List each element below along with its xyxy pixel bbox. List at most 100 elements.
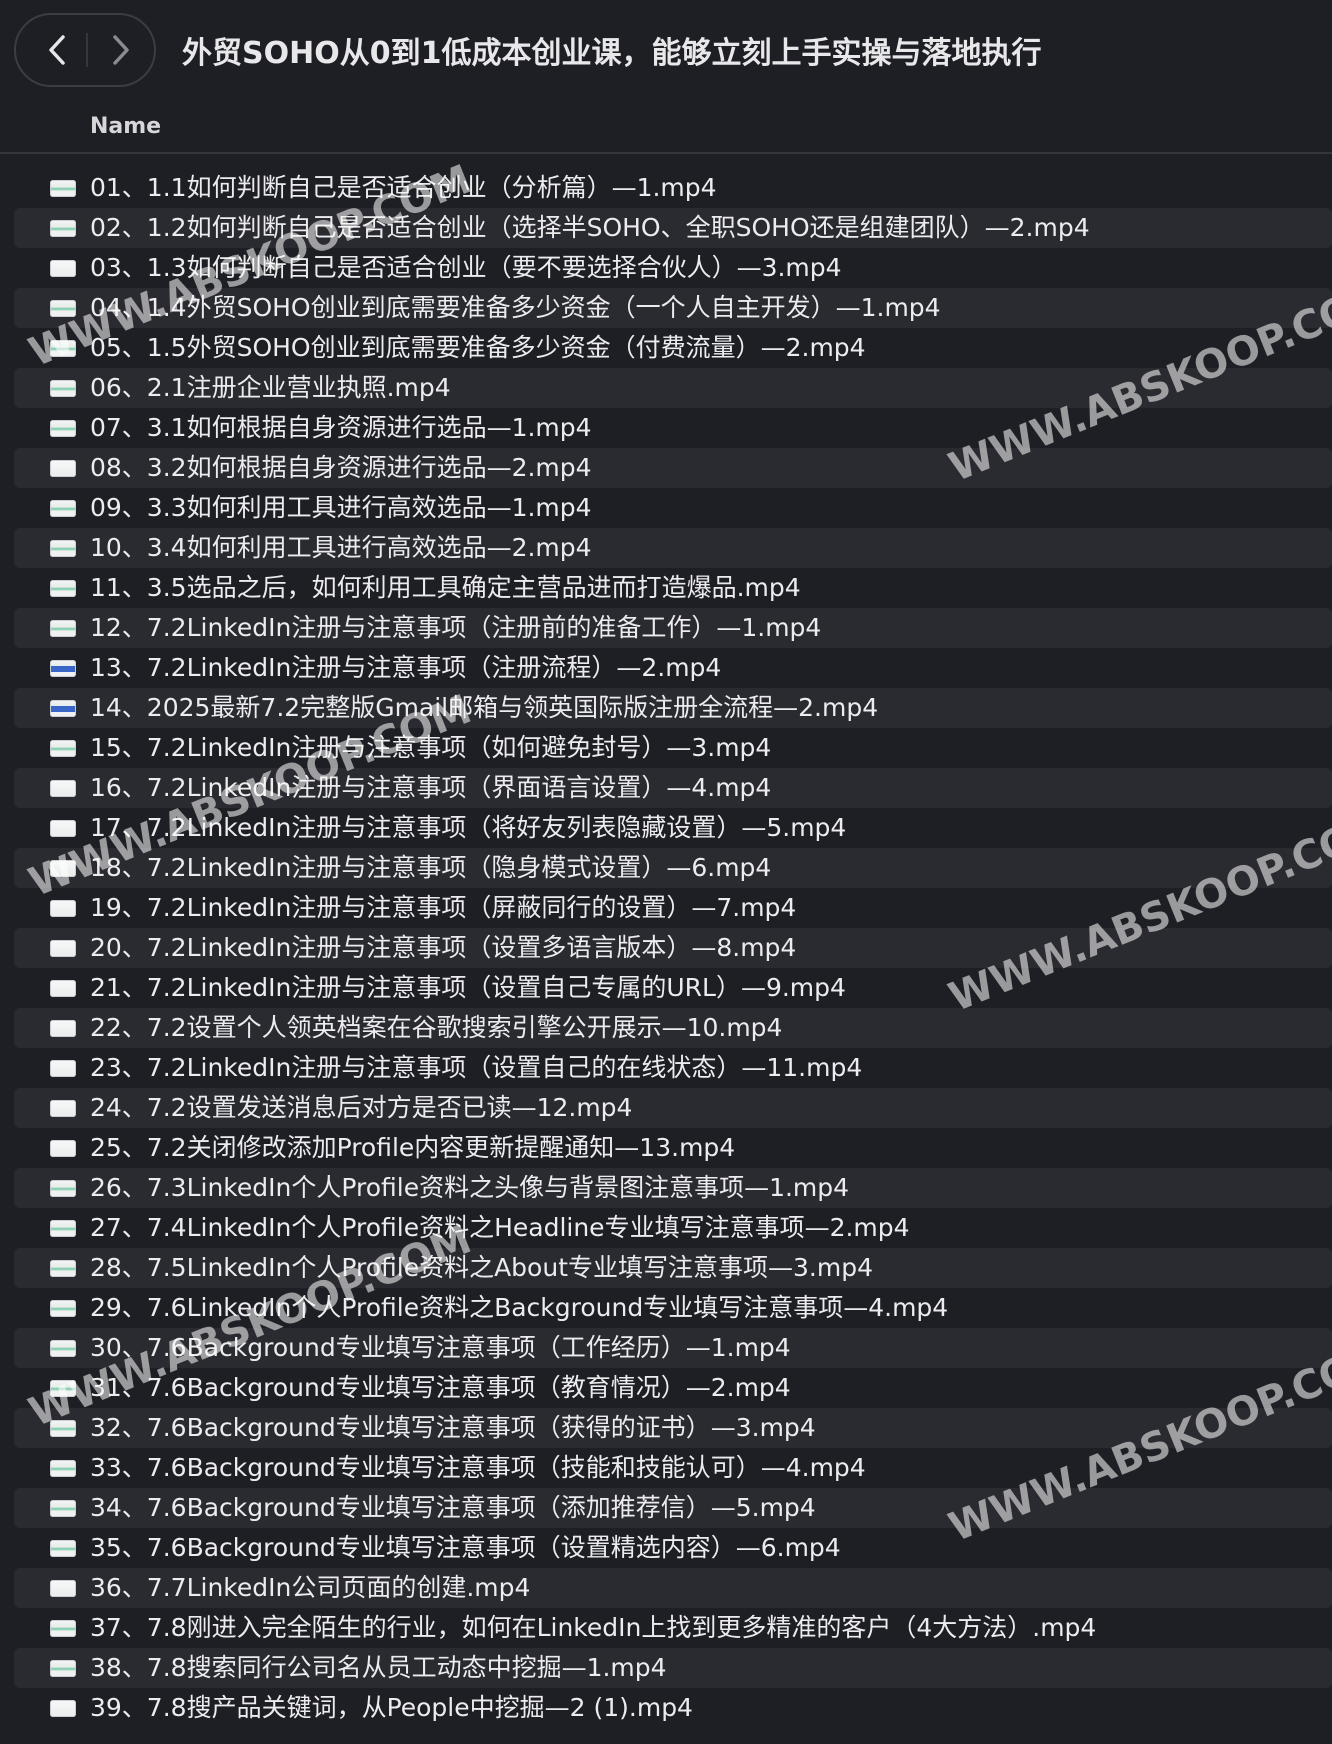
- file-row[interactable]: 37、7.8刚进入完全陌生的行业，如何在LinkedIn上找到更多精准的客户（4…: [14, 1608, 1332, 1648]
- video-file-icon: [50, 540, 76, 557]
- file-row[interactable]: 28、7.5LinkedIn个人Profile资料之About专业填写注意事项—…: [14, 1248, 1332, 1288]
- file-name: 17、7.2LinkedIn注册与注意事项（将好友列表隐藏设置）—5.mp4: [90, 813, 847, 842]
- video-file-icon: [50, 1020, 76, 1037]
- video-file-icon: [50, 1580, 76, 1597]
- file-name: 08、3.2如何根据自身资源进行选品—2.mp4: [90, 453, 592, 482]
- file-row[interactable]: 27、7.4LinkedIn个人Profile资料之Headline专业填写注意…: [14, 1208, 1332, 1248]
- file-row[interactable]: 06、2.1注册企业营业执照.mp4: [14, 368, 1332, 408]
- file-name: 28、7.5LinkedIn个人Profile资料之About专业填写注意事项—…: [90, 1253, 873, 1282]
- video-file-icon: [50, 1500, 76, 1517]
- file-row[interactable]: 05、1.5外贸SOHO创业到底需要准备多少资金（付费流量）—2.mp4: [14, 328, 1332, 368]
- file-row[interactable]: 20、7.2LinkedIn注册与注意事项（设置多语言版本）—8.mp4: [14, 928, 1332, 968]
- video-file-icon: [50, 1420, 76, 1437]
- file-row[interactable]: 12、7.2LinkedIn注册与注意事项（注册前的准备工作）—1.mp4: [14, 608, 1332, 648]
- file-row[interactable]: 38、7.8搜索同行公司名从员工动态中挖掘—1.mp4: [14, 1648, 1332, 1688]
- video-file-icon: [50, 580, 76, 597]
- column-name-header[interactable]: Name: [90, 114, 161, 139]
- file-name: 07、3.1如何根据自身资源进行选品—1.mp4: [90, 413, 592, 442]
- video-file-icon: [50, 1340, 76, 1357]
- forward-button[interactable]: [96, 27, 146, 73]
- file-row[interactable]: 29、7.6LinkedIn个人Profile资料之Background专业填写…: [14, 1288, 1332, 1328]
- chevron-right-icon: [113, 35, 129, 65]
- chevron-left-icon: [49, 35, 65, 65]
- video-file-icon: [50, 1460, 76, 1477]
- file-row[interactable]: 31、7.6Background专业填写注意事项（教育情况）—2.mp4: [14, 1368, 1332, 1408]
- file-row[interactable]: 15、7.2LinkedIn注册与注意事项（如何避免封号）—3.mp4: [14, 728, 1332, 768]
- video-file-icon: [50, 780, 76, 797]
- window-title: 外贸SOHO从0到1低成本创业课，能够立刻上手实操与落地执行: [182, 36, 1042, 71]
- file-name: 32、7.6Background专业填写注意事项（获得的证书）—3.mp4: [90, 1413, 816, 1442]
- video-file-icon: [50, 340, 76, 357]
- file-name: 14、2025最新7.2完整版Gmail邮箱与领英国际版注册全流程—2.mp4: [90, 693, 879, 722]
- file-row[interactable]: 35、7.6Background专业填写注意事项（设置精选内容）—6.mp4: [14, 1528, 1332, 1568]
- file-row[interactable]: 26、7.3LinkedIn个人Profile资料之头像与背景图注意事项—1.m…: [14, 1168, 1332, 1208]
- file-name: 34、7.6Background专业填写注意事项（添加推荐信）—5.mp4: [90, 1493, 816, 1522]
- video-file-icon: [50, 1380, 76, 1397]
- file-row[interactable]: 34、7.6Background专业填写注意事项（添加推荐信）—5.mp4: [14, 1488, 1332, 1528]
- file-name: 11、3.5选品之后，如何利用工具确定主营品进而打造爆品.mp4: [90, 573, 801, 602]
- video-file-icon: [50, 1180, 76, 1197]
- file-name: 03、1.3如何判断自己是否适合创业（要不要选择合伙人）—3.mp4: [90, 253, 842, 282]
- column-header: Name: [0, 104, 1332, 154]
- file-row[interactable]: 21、7.2LinkedIn注册与注意事项（设置自己专属的URL）—9.mp4: [14, 968, 1332, 1008]
- file-row[interactable]: 13、7.2LinkedIn注册与注意事项（注册流程）—2.mp4: [14, 648, 1332, 688]
- video-file-icon: [50, 460, 76, 477]
- file-row[interactable]: 18、7.2LinkedIn注册与注意事项（隐身模式设置）—6.mp4: [14, 848, 1332, 888]
- file-name: 15、7.2LinkedIn注册与注意事项（如何避免封号）—3.mp4: [90, 733, 772, 762]
- back-button[interactable]: [32, 27, 82, 73]
- video-file-icon: [50, 740, 76, 757]
- file-row[interactable]: 39、7.8搜产品关键词，从People中挖掘—2 (1).mp4: [14, 1688, 1332, 1728]
- video-file-icon: [50, 660, 76, 677]
- nav-divider: [86, 33, 88, 67]
- file-name: 06、2.1注册企业营业执照.mp4: [90, 373, 451, 402]
- video-file-icon: [50, 260, 76, 277]
- file-row[interactable]: 25、7.2关闭修改添加Profile内容更新提醒通知—13.mp4: [14, 1128, 1332, 1168]
- toolbar: 外贸SOHO从0到1低成本创业课，能够立刻上手实操与落地执行: [0, 0, 1332, 100]
- file-row[interactable]: 09、3.3如何利用工具进行高效选品—1.mp4: [14, 488, 1332, 528]
- navigation-buttons: [14, 13, 156, 87]
- video-file-icon: [50, 1540, 76, 1557]
- file-row[interactable]: 17、7.2LinkedIn注册与注意事项（将好友列表隐藏设置）—5.mp4: [14, 808, 1332, 848]
- video-file-icon: [50, 1700, 76, 1717]
- file-name: 20、7.2LinkedIn注册与注意事项（设置多语言版本）—8.mp4: [90, 933, 797, 962]
- file-name: 37、7.8刚进入完全陌生的行业，如何在LinkedIn上找到更多精准的客户（4…: [90, 1613, 1097, 1642]
- file-name: 25、7.2关闭修改添加Profile内容更新提醒通知—13.mp4: [90, 1133, 736, 1162]
- file-row[interactable]: 24、7.2设置发送消息后对方是否已读—12.mp4: [14, 1088, 1332, 1128]
- video-file-icon: [50, 820, 76, 837]
- file-name: 19、7.2LinkedIn注册与注意事项（屏蔽同行的设置）—7.mp4: [90, 893, 797, 922]
- file-row[interactable]: 33、7.6Background专业填写注意事项（技能和技能认可）—4.mp4: [14, 1448, 1332, 1488]
- file-name: 33、7.6Background专业填写注意事项（技能和技能认可）—4.mp4: [90, 1453, 866, 1482]
- file-row[interactable]: 01、1.1如何判断自己是否适合创业（分析篇）—1.mp4: [14, 168, 1332, 208]
- file-name: 26、7.3LinkedIn个人Profile资料之头像与背景图注意事项—1.m…: [90, 1173, 850, 1202]
- file-name: 23、7.2LinkedIn注册与注意事项（设置自己的在线状态）—11.mp4: [90, 1053, 863, 1082]
- file-row[interactable]: 14、2025最新7.2完整版Gmail邮箱与领英国际版注册全流程—2.mp4: [14, 688, 1332, 728]
- video-file-icon: [50, 700, 76, 717]
- file-row[interactable]: 02、1.2如何判断自己是否适合创业（选择半SOHO、全职SOHO还是组建团队）…: [14, 208, 1332, 248]
- file-row[interactable]: 11、3.5选品之后，如何利用工具确定主营品进而打造爆品.mp4: [14, 568, 1332, 608]
- file-name: 12、7.2LinkedIn注册与注意事项（注册前的准备工作）—1.mp4: [90, 613, 822, 642]
- file-name: 27、7.4LinkedIn个人Profile资料之Headline专业填写注意…: [90, 1213, 910, 1242]
- video-file-icon: [50, 1220, 76, 1237]
- file-row[interactable]: 04、1.4外贸SOHO创业到底需要准备多少资金（一个人自主开发）—1.mp4: [14, 288, 1332, 328]
- file-row[interactable]: 30、7.6Background专业填写注意事项（工作经历）—1.mp4: [14, 1328, 1332, 1368]
- file-row[interactable]: 07、3.1如何根据自身资源进行选品—1.mp4: [14, 408, 1332, 448]
- file-row[interactable]: 10、3.4如何利用工具进行高效选品—2.mp4: [14, 528, 1332, 568]
- video-file-icon: [50, 220, 76, 237]
- file-row[interactable]: 22、7.2设置个人领英档案在谷歌搜索引擎公开展示—10.mp4: [14, 1008, 1332, 1048]
- file-row[interactable]: 32、7.6Background专业填写注意事项（获得的证书）—3.mp4: [14, 1408, 1332, 1448]
- file-name: 02、1.2如何判断自己是否适合创业（选择半SOHO、全职SOHO还是组建团队）…: [90, 213, 1090, 242]
- file-row[interactable]: 36、7.7LinkedIn公司页面的创建.mp4: [14, 1568, 1332, 1608]
- video-file-icon: [50, 1260, 76, 1277]
- file-name: 36、7.7LinkedIn公司页面的创建.mp4: [90, 1573, 531, 1602]
- file-row[interactable]: 16、7.2LinkedIn注册与注意事项（界面语言设置）—4.mp4: [14, 768, 1332, 808]
- video-file-icon: [50, 1060, 76, 1077]
- video-file-icon: [50, 900, 76, 917]
- file-row[interactable]: 23、7.2LinkedIn注册与注意事项（设置自己的在线状态）—11.mp4: [14, 1048, 1332, 1088]
- video-file-icon: [50, 1620, 76, 1637]
- file-row[interactable]: 19、7.2LinkedIn注册与注意事项（屏蔽同行的设置）—7.mp4: [14, 888, 1332, 928]
- file-row[interactable]: 03、1.3如何判断自己是否适合创业（要不要选择合伙人）—3.mp4: [14, 248, 1332, 288]
- file-list: 01、1.1如何判断自己是否适合创业（分析篇）—1.mp4 02、1.2如何判断自…: [0, 168, 1332, 1728]
- file-name: 38、7.8搜索同行公司名从员工动态中挖掘—1.mp4: [90, 1653, 667, 1682]
- video-file-icon: [50, 300, 76, 317]
- file-row[interactable]: 08、3.2如何根据自身资源进行选品—2.mp4: [14, 448, 1332, 488]
